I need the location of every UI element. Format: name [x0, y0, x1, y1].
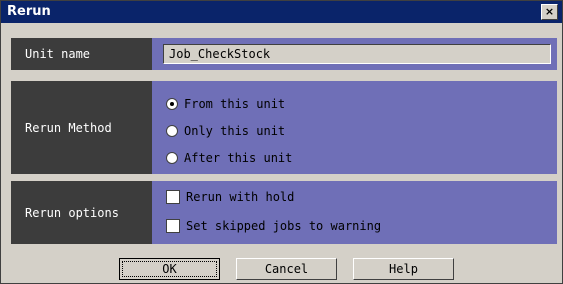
checkbox-set-skipped-warning[interactable]: Set skipped jobs to warning — [166, 218, 381, 234]
radio-label: After this unit — [184, 151, 293, 165]
dialog-title: Rerun — [7, 4, 51, 19]
unit-name-label: Unit name — [11, 38, 152, 70]
cancel-button[interactable]: Cancel — [236, 258, 337, 280]
radio-after-this-unit[interactable]: After this unit — [166, 150, 292, 166]
unit-name-row: Unit name Job_CheckStock — [11, 38, 557, 70]
checkbox-label: Rerun with hold — [186, 190, 295, 204]
radio-icon[interactable] — [166, 125, 178, 137]
checkbox-rerun-with-hold[interactable]: Rerun with hold — [166, 189, 294, 205]
radio-from-this-unit[interactable]: From this unit — [166, 96, 285, 112]
checkbox-icon[interactable] — [166, 219, 180, 233]
radio-label: Only this unit — [184, 124, 286, 138]
rerun-method-label: Rerun Method — [11, 81, 152, 174]
rerun-options-label: Rerun options — [11, 181, 152, 244]
cancel-button-label: Cancel — [264, 262, 309, 276]
title-bar: Rerun × — [1, 1, 562, 23]
ok-button-label: OK — [122, 261, 217, 277]
rerun-dialog: Rerun × Unit name Job_CheckStock Rerun M… — [0, 0, 563, 284]
radio-selected-icon[interactable] — [166, 98, 178, 110]
close-icon[interactable]: × — [541, 4, 558, 20]
unit-name-field[interactable]: Job_CheckStock — [163, 44, 551, 64]
help-button[interactable]: Help — [353, 258, 454, 280]
checkbox-label: Set skipped jobs to warning — [186, 219, 382, 233]
ok-button[interactable]: OK — [119, 258, 220, 280]
rerun-method-group: Rerun Method From this unit Only this un… — [11, 81, 557, 174]
help-button-label: Help — [389, 262, 418, 276]
radio-only-this-unit[interactable]: Only this unit — [166, 123, 285, 139]
rerun-options-group: Rerun options Rerun with hold Set skippe… — [11, 181, 557, 244]
radio-label: From this unit — [184, 97, 286, 111]
radio-icon[interactable] — [166, 152, 178, 164]
checkbox-icon[interactable] — [166, 190, 180, 204]
